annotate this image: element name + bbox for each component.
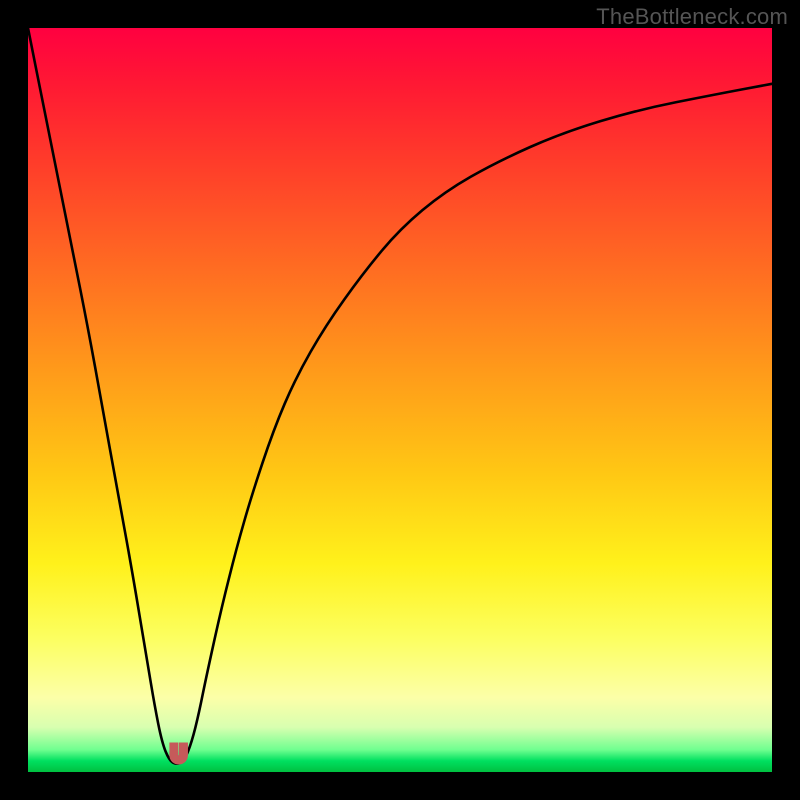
chart-plot-area [28, 28, 772, 772]
bottleneck-minimum-marker [169, 743, 188, 765]
bottleneck-curve [28, 28, 772, 764]
watermark-text: TheBottleneck.com [596, 4, 788, 30]
chart-frame: TheBottleneck.com [0, 0, 800, 800]
chart-svg [28, 28, 772, 772]
